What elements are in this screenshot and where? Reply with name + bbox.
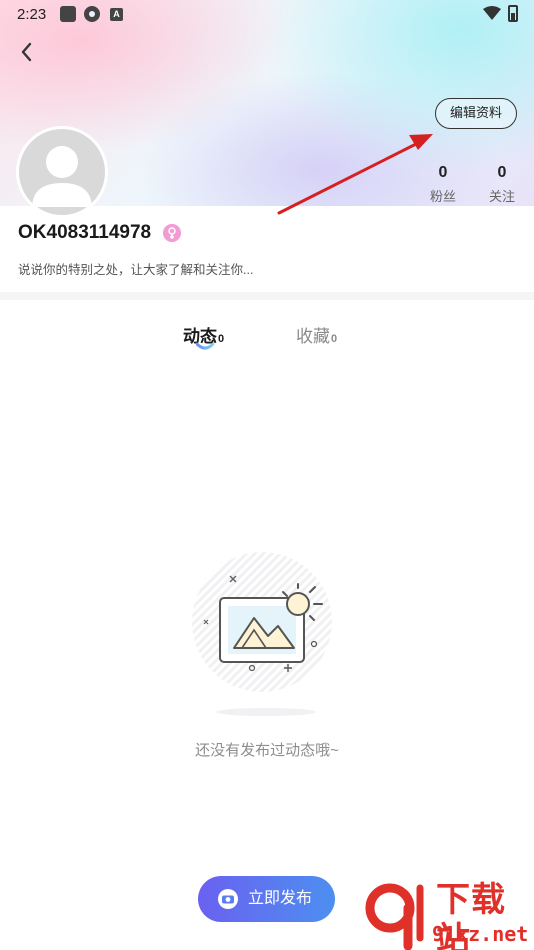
active-tab-indicator xyxy=(196,342,214,350)
female-icon xyxy=(163,224,181,242)
fans-label: 粉丝 xyxy=(429,189,456,204)
battery-icon xyxy=(508,5,518,22)
username: OK4083114978 xyxy=(18,222,152,243)
avatar[interactable] xyxy=(16,126,108,218)
tab-collect-label: 收藏 xyxy=(296,327,330,346)
bio-text[interactable]: 说说你的特别之处，让大家了解和关注你... xyxy=(18,259,253,278)
tab-collect-count: 0 xyxy=(331,333,338,345)
fans-stat[interactable]: 0 粉丝 xyxy=(413,163,473,205)
status-time: 2:23 xyxy=(17,6,47,23)
follow-label: 关注 xyxy=(488,189,515,204)
follow-stat[interactable]: 0 关注 xyxy=(472,163,532,205)
back-button[interactable] xyxy=(14,38,42,66)
camera-icon xyxy=(218,889,238,909)
publish-now-button[interactable]: 立即发布 xyxy=(198,876,335,922)
watermark: 下载站 91xz.net xyxy=(364,878,534,950)
tab-dynamic-count: 0 xyxy=(218,333,225,345)
app-a-icon: A xyxy=(110,8,123,21)
section-divider xyxy=(0,292,534,300)
tab-collect[interactable]: 收藏0 xyxy=(296,322,337,347)
app-square-icon xyxy=(60,6,76,22)
follow-count: 0 xyxy=(497,164,507,181)
empty-state-text: 还没有发布过动态哦~ xyxy=(195,742,339,759)
fans-count: 0 xyxy=(438,164,448,181)
status-bar: 2:23 A xyxy=(0,0,534,28)
app-aperture-icon xyxy=(84,6,100,22)
wifi-icon xyxy=(483,6,501,20)
default-avatar-icon xyxy=(32,146,92,207)
watermark-url: 91xz.net xyxy=(432,922,529,946)
edit-profile-button[interactable]: 编辑资料 xyxy=(435,98,517,129)
empty-picture-icon xyxy=(192,552,332,716)
watermark-logo-icon xyxy=(365,883,424,950)
publish-now-label: 立即发布 xyxy=(248,890,313,907)
